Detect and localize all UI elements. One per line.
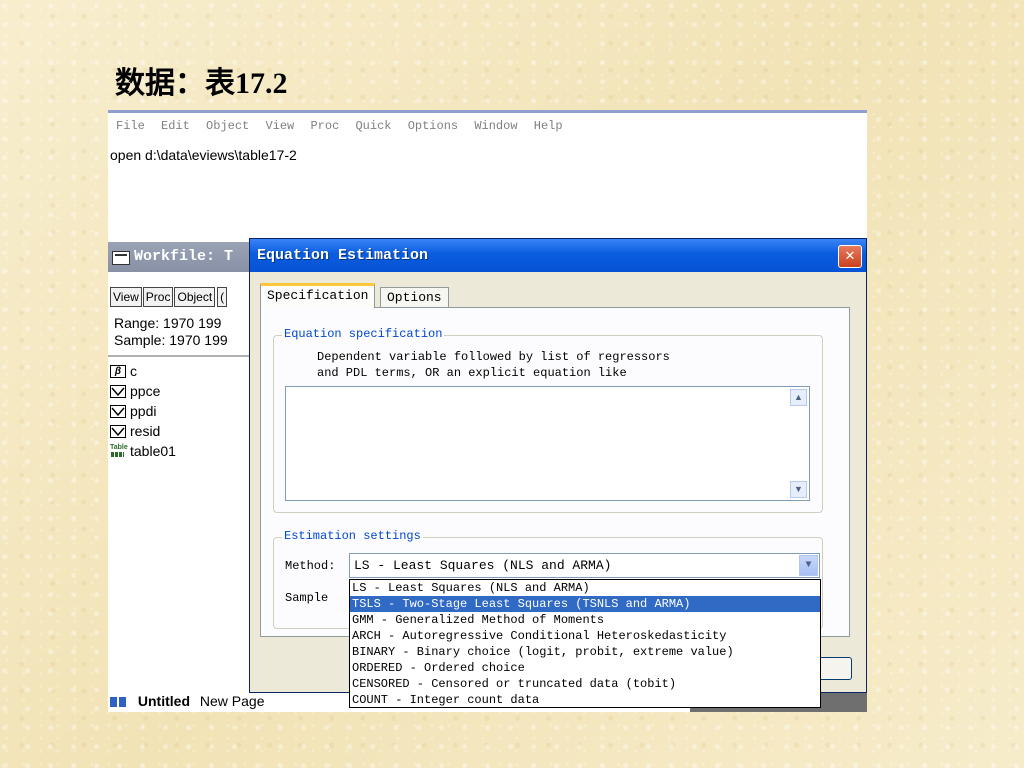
object-button[interactable]: Object: [174, 287, 216, 307]
menu-bar: File Edit Object View Proc Quick Options…: [108, 119, 867, 137]
workfile-title: Workfile: T: [134, 248, 234, 265]
list-item[interactable]: β c: [110, 361, 176, 381]
proc-button[interactable]: Proc: [142, 287, 174, 307]
help-line-1: Dependent variable followed by list of r…: [317, 350, 670, 364]
series-icon: [110, 384, 126, 398]
workfile-window: Workfile: T View Proc Object( Range: 1970 …: [108, 242, 258, 702]
tab-new-page[interactable]: New Page: [200, 693, 265, 709]
estimation-settings-label: Estimation settings: [282, 529, 423, 543]
slide-title: 数据：表17.2: [115, 67, 288, 100]
series-icon: [110, 404, 126, 418]
object-list: β c ppce ppdi resid Table table01: [110, 361, 176, 461]
method-value: LS - Least Squares (NLS and ARMA): [354, 558, 612, 573]
scroll-down-icon[interactable]: ▼: [790, 481, 807, 498]
coef-icon: β: [110, 364, 126, 378]
menu-edit[interactable]: Edit: [161, 119, 190, 133]
more-button[interactable]: (: [217, 287, 228, 307]
object-name: ppce: [130, 383, 161, 399]
command-window[interactable]: open d:\data\eviews\table17-2: [108, 141, 867, 241]
menu-window[interactable]: Window: [474, 119, 517, 133]
workfile-toolbar: View Proc Object(: [108, 287, 258, 309]
sample-text: Sample: 1970 199: [114, 332, 228, 348]
dialog-titlebar[interactable]: Equation Estimation ✕: [250, 239, 866, 272]
range-text: Range: 1970 199: [114, 315, 222, 331]
menu-options[interactable]: Options: [408, 119, 458, 133]
tab-specification[interactable]: Specification: [260, 283, 376, 308]
equation-spec-label: Equation specification: [282, 327, 445, 341]
list-item[interactable]: Table table01: [110, 441, 176, 461]
workfile-titlebar[interactable]: Workfile: T: [108, 242, 258, 272]
method-option-arch[interactable]: ARCH - Autoregressive Conditional Hetero…: [350, 628, 820, 644]
list-item[interactable]: ppdi: [110, 401, 176, 421]
method-option-ls[interactable]: LS - Least Squares (NLS and ARMA): [350, 580, 820, 596]
scroll-right-icon[interactable]: [119, 697, 126, 708]
object-name: table01: [130, 443, 176, 459]
list-item[interactable]: ppce: [110, 381, 176, 401]
menu-proc[interactable]: Proc: [310, 119, 339, 133]
object-name: c: [130, 363, 137, 379]
series-icon: [110, 424, 126, 438]
sample-label: Sample: [285, 591, 329, 605]
object-name: resid: [130, 423, 161, 439]
menu-help[interactable]: Help: [534, 119, 563, 133]
menu-file[interactable]: File: [116, 119, 145, 133]
help-line-2: and PDL terms, OR an explicit equation l…: [317, 366, 627, 380]
view-button[interactable]: View: [110, 287, 142, 307]
object-name: ppdi: [130, 403, 157, 419]
tab-untitled[interactable]: Untitled: [138, 693, 190, 709]
workfile-icon: [112, 251, 130, 265]
tab-options[interactable]: Options: [380, 287, 449, 308]
menu-object[interactable]: Object: [206, 119, 249, 133]
eviews-screenshot: File Edit Object View Proc Quick Options…: [108, 110, 867, 712]
workfile-range-info: Range: 1970 199 Sample: 1970 199: [114, 315, 228, 349]
method-option-censored[interactable]: CENSORED - Censored or truncated data (t…: [350, 676, 820, 692]
method-option-ordered[interactable]: ORDERED - Ordered choice: [350, 660, 820, 676]
scroll-up-icon[interactable]: ▲: [790, 389, 807, 406]
divider: [108, 355, 258, 357]
method-dropdown-list: LS - Least Squares (NLS and ARMA) TSLS -…: [349, 579, 821, 708]
table-icon: Table: [110, 444, 128, 458]
command-text: open d:\data\eviews\table17-2: [110, 147, 297, 163]
scroll-left-icon[interactable]: [110, 697, 117, 708]
method-label: Method:: [285, 559, 336, 573]
method-select[interactable]: LS - Least Squares (NLS and ARMA) ▼: [349, 553, 820, 578]
equation-input[interactable]: ▲ ▼: [285, 386, 810, 501]
close-icon[interactable]: ✕: [838, 245, 862, 268]
list-item[interactable]: resid: [110, 421, 176, 441]
menu-view[interactable]: View: [265, 119, 294, 133]
method-option-count[interactable]: COUNT - Integer count data: [350, 692, 820, 708]
chevron-down-icon[interactable]: ▼: [799, 555, 818, 576]
method-option-binary[interactable]: BINARY - Binary choice (logit, probit, e…: [350, 644, 820, 660]
menu-quick[interactable]: Quick: [355, 119, 391, 133]
dialog-title: Equation Estimation: [257, 247, 429, 264]
method-option-tsls[interactable]: TSLS - Two-Stage Least Squares (TSNLS an…: [350, 596, 820, 612]
method-option-gmm[interactable]: GMM - Generalized Method of Moments: [350, 612, 820, 628]
workfile-page-tabs: Untitled New Page: [108, 693, 353, 712]
